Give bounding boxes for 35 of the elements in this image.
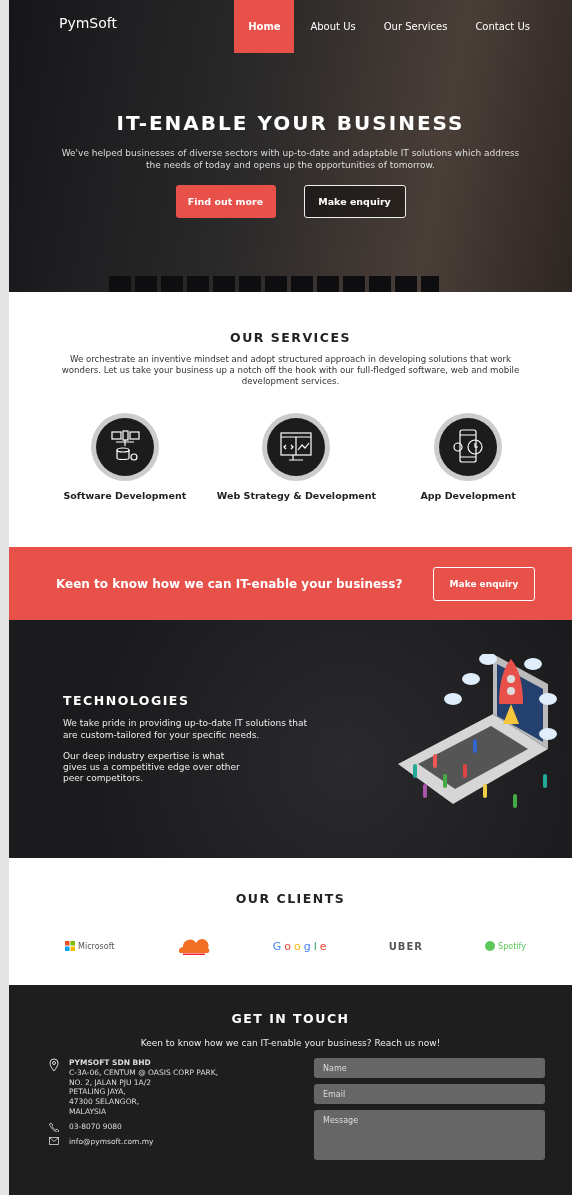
section-text: We take pride in providing up-to-date IT solutions that are custom-tailored for your specific needs. bbox=[63, 718, 308, 741]
section-text: Keen to know how we can IT-enable your business? Reach us now! bbox=[140, 1038, 441, 1048]
enquiry-button[interactable]: Make enquiry bbox=[433, 566, 535, 601]
section-title: TECHNOLOGIES bbox=[63, 693, 191, 709]
service-label: Software Development bbox=[63, 489, 187, 501]
input-field[interactable]: Name bbox=[314, 1058, 545, 1078]
location-pin-icon bbox=[49, 1058, 59, 1072]
nav-link[interactable]: About Us bbox=[298, 0, 368, 53]
nav-link[interactable]: Contact Us bbox=[463, 0, 542, 53]
nav-link[interactable]: Home bbox=[234, 0, 295, 53]
nav-link[interactable]: Our Services bbox=[371, 0, 460, 53]
section-text: We orchestrate an inventive mindset and adopt structured approach in developing solutions that work wonders. Let us take your business up a notch off the hook with our full-fledged software, web and mobile development services. bbox=[60, 354, 521, 388]
cloud-logo bbox=[176, 936, 211, 956]
service-label: Web Strategy & Development bbox=[216, 489, 377, 501]
message-field[interactable]: Message bbox=[314, 1110, 545, 1160]
client-logo: Spotify bbox=[485, 941, 526, 951]
phone-icon bbox=[49, 1121, 59, 1132]
code-monitor-icon bbox=[261, 411, 332, 482]
brand-logo[interactable]: PymSoft bbox=[59, 0, 235, 53]
section-text: Our deep industry expertise is what gives us a competitive edge over other peer competitors. bbox=[63, 750, 241, 785]
section-title: GET IN TOUCH bbox=[231, 1011, 350, 1026]
client-logo: Microsoft bbox=[65, 941, 115, 951]
cta-text: Keen to know how we can IT-enable your business? bbox=[56, 576, 403, 591]
computers-database-icon bbox=[89, 411, 160, 482]
hero-text: We've helped businesses of diverse sectors with up-to-date and adaptable IT solutions which address the needs of today and opens up the opportunities of tomorrow. bbox=[60, 147, 521, 172]
find-out-more-button[interactable]: Find out more bbox=[175, 185, 276, 219]
input-field[interactable]: Email bbox=[314, 1084, 545, 1104]
enquiry-button[interactable]: Make enquiry bbox=[303, 185, 406, 219]
section-title: OUR SERVICES bbox=[230, 330, 351, 345]
smartphone-icon bbox=[433, 411, 504, 482]
section-title: OUR CLIENTS bbox=[235, 891, 346, 906]
client-logo: UBER bbox=[388, 940, 423, 952]
hero-title: IT-ENABLE YOUR BUSINESS bbox=[116, 111, 465, 135]
mail-icon bbox=[49, 1136, 59, 1145]
service-label: App Development bbox=[420, 489, 516, 501]
